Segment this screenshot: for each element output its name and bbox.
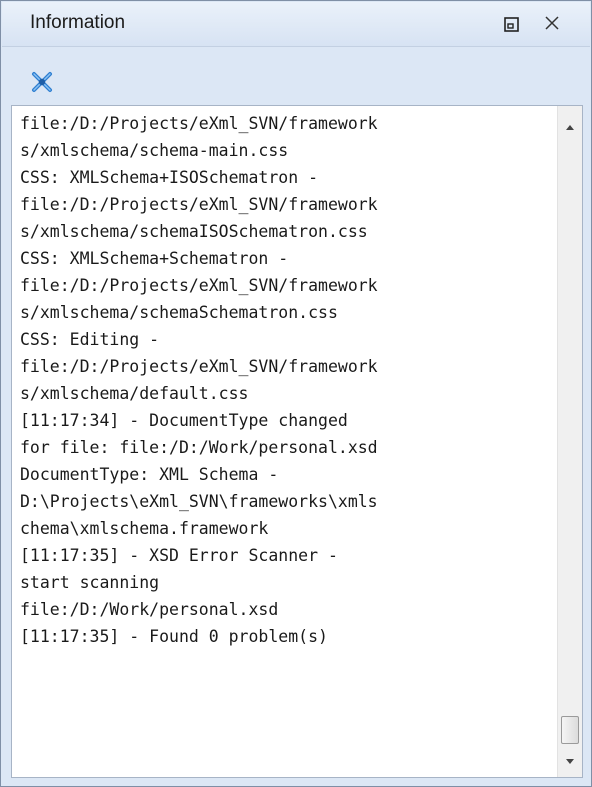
log-line: CSS: Editing - [20,330,160,349]
log-line: chema\xmlschema.framework [20,519,269,538]
log-line: [11:17:34] - DocumentType changed [20,411,348,430]
close-icon[interactable] [540,11,564,35]
log-line: start scanning [20,573,160,592]
log-line: s/xmlschema/schema-main.css [20,141,289,160]
log-content-area[interactable]: file:/D:/Projects/eXml_SVN/framework s/xm… [11,105,583,778]
log-line: s/xmlschema/default.css [20,384,249,403]
log-line: file:/D:/Projects/eXml_SVN/framework [20,195,378,214]
log-line: D:\Projects\eXml_SVN\frameworks\xmls [20,492,378,511]
log-line: s/xmlschema/schemaISOSchematron.css [20,222,368,241]
panel-title: Information [30,12,126,33]
log-list: file:/D:/Projects/eXml_SVN/framework s/xm… [20,110,550,650]
log-line: CSS: XMLSchema+ISOSchematron - [20,168,319,187]
scroll-down-arrow-icon[interactable] [558,749,582,773]
log-line: file:/D:/Projects/eXml_SVN/framework [20,357,378,376]
vertical-scrollbar[interactable] [557,106,582,777]
log-line: file:/D:/Work/personal.xsd [20,600,279,619]
log-line: for file: file:/D:/Work/personal.xsd [20,438,378,457]
log-line: s/xmlschema/schemaSchematron.css [20,303,338,322]
log-line: DocumentType: XML Schema - [20,465,279,484]
panel-toolbar [2,47,590,97]
panel-titlebar: Information [2,2,590,47]
log-line: file:/D:/Projects/eXml_SVN/framework [20,114,378,133]
log-line: CSS: XMLSchema+Schematron - [20,249,289,268]
information-panel: Information file:/D:/Projects/eXml_SVN/f… [0,0,592,787]
restore-view-icon[interactable] [502,15,522,35]
log-line: [11:17:35] - Found 0 problem(s) [20,627,328,646]
log-line: [11:17:35] - XSD Error Scanner - [20,546,338,565]
clear-log-icon[interactable] [29,69,55,95]
log-line: file:/D:/Projects/eXml_SVN/framework [20,276,378,295]
scrollbar-thumb[interactable] [561,716,579,744]
scroll-up-arrow-icon[interactable] [558,116,582,140]
